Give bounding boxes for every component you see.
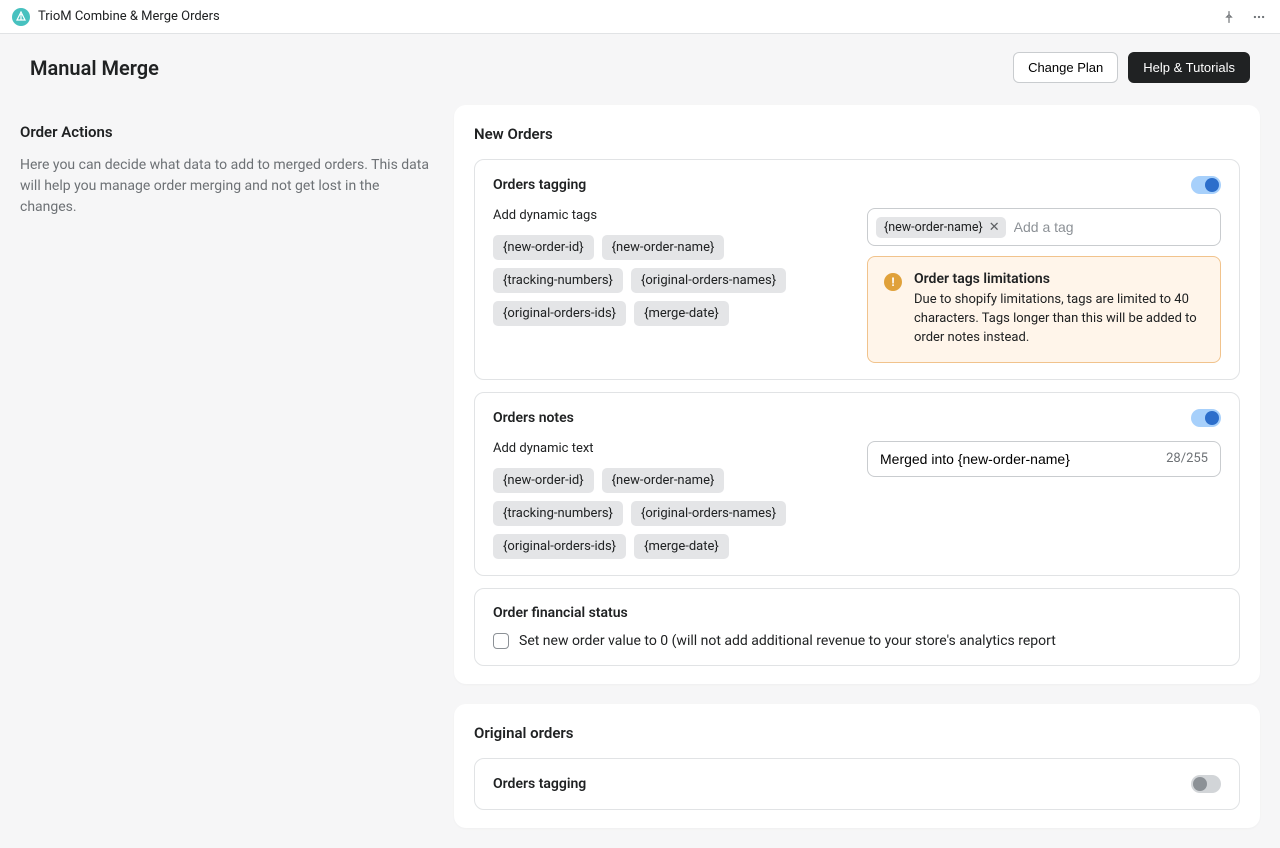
dynamic-chip[interactable]: {tracking-numbers} xyxy=(493,501,623,526)
dynamic-chip[interactable]: {merge-date} xyxy=(634,301,729,326)
sidebar-description: Here you can decide what data to add to … xyxy=(20,155,430,218)
tags-limitation-banner: ! Order tags limitations Due to shopify … xyxy=(867,256,1221,363)
app-icon xyxy=(12,8,30,26)
zero-value-label: Set new order value to 0 (will not add a… xyxy=(519,633,1056,649)
dynamic-chip[interactable]: {original-orders-ids} xyxy=(493,301,626,326)
pin-icon[interactable] xyxy=(1220,8,1238,26)
orders-notes-title: Orders notes xyxy=(493,410,574,426)
orders-tagging-title: Orders tagging xyxy=(493,177,586,193)
remove-tag-icon[interactable]: ✕ xyxy=(989,221,1000,234)
zero-value-checkbox[interactable] xyxy=(493,633,509,649)
warning-icon: ! xyxy=(884,273,902,291)
orders-tagging-toggle[interactable] xyxy=(1191,176,1221,194)
original-orders-tagging-title: Orders tagging xyxy=(493,776,586,792)
add-dynamic-tags-label: Add dynamic tags xyxy=(493,208,847,223)
more-icon[interactable] xyxy=(1250,8,1268,26)
dynamic-chip[interactable]: {original-orders-names} xyxy=(631,268,786,293)
dynamic-chip[interactable]: {merge-date} xyxy=(634,534,729,559)
financial-status-title: Order financial status xyxy=(493,605,1221,621)
selected-tag-pill[interactable]: {new-order-name} ✕ xyxy=(876,217,1006,238)
selected-tag-text: {new-order-name} xyxy=(884,220,983,235)
dynamic-chip[interactable]: {new-order-id} xyxy=(493,235,594,260)
dynamic-chip[interactable]: {new-order-name} xyxy=(602,235,725,260)
new-orders-title: New Orders xyxy=(474,125,1240,143)
dynamic-chip[interactable]: {new-order-id} xyxy=(493,468,594,493)
char-counter: 28/255 xyxy=(1166,451,1208,466)
add-dynamic-text-label: Add dynamic text xyxy=(493,441,847,456)
dynamic-chip[interactable]: {original-orders-ids} xyxy=(493,534,626,559)
dynamic-chip[interactable]: {original-orders-names} xyxy=(631,501,786,526)
orders-tagging-card: Orders tagging Add dynamic tags {new-ord… xyxy=(474,159,1240,380)
dynamic-chip[interactable]: {tracking-numbers} xyxy=(493,268,623,293)
add-tag-input[interactable] xyxy=(1014,219,1212,235)
banner-title: Order tags limitations xyxy=(914,271,1204,287)
tag-input[interactable]: {new-order-name} ✕ xyxy=(867,208,1221,246)
banner-text: Due to shopify limitations, tags are lim… xyxy=(914,291,1204,348)
app-title: TrioM Combine & Merge Orders xyxy=(38,9,220,24)
dynamic-chip[interactable]: {new-order-name} xyxy=(602,468,725,493)
sidebar-title: Order Actions xyxy=(20,123,430,141)
notes-input-wrap: 28/255 xyxy=(867,441,1221,477)
orders-notes-toggle[interactable] xyxy=(1191,409,1221,427)
financial-status-card: Order financial status Set new order val… xyxy=(474,588,1240,666)
change-plan-button[interactable]: Change Plan xyxy=(1013,52,1118,83)
original-orders-tagging-toggle[interactable] xyxy=(1191,775,1221,793)
original-orders-title: Original orders xyxy=(474,724,1240,742)
notes-input[interactable] xyxy=(880,451,1166,467)
page-title: Manual Merge xyxy=(30,56,159,80)
help-tutorials-button[interactable]: Help & Tutorials xyxy=(1128,52,1250,83)
orders-notes-card: Orders notes Add dynamic text {new-order… xyxy=(474,392,1240,576)
original-orders-tagging-card: Orders tagging xyxy=(474,758,1240,810)
